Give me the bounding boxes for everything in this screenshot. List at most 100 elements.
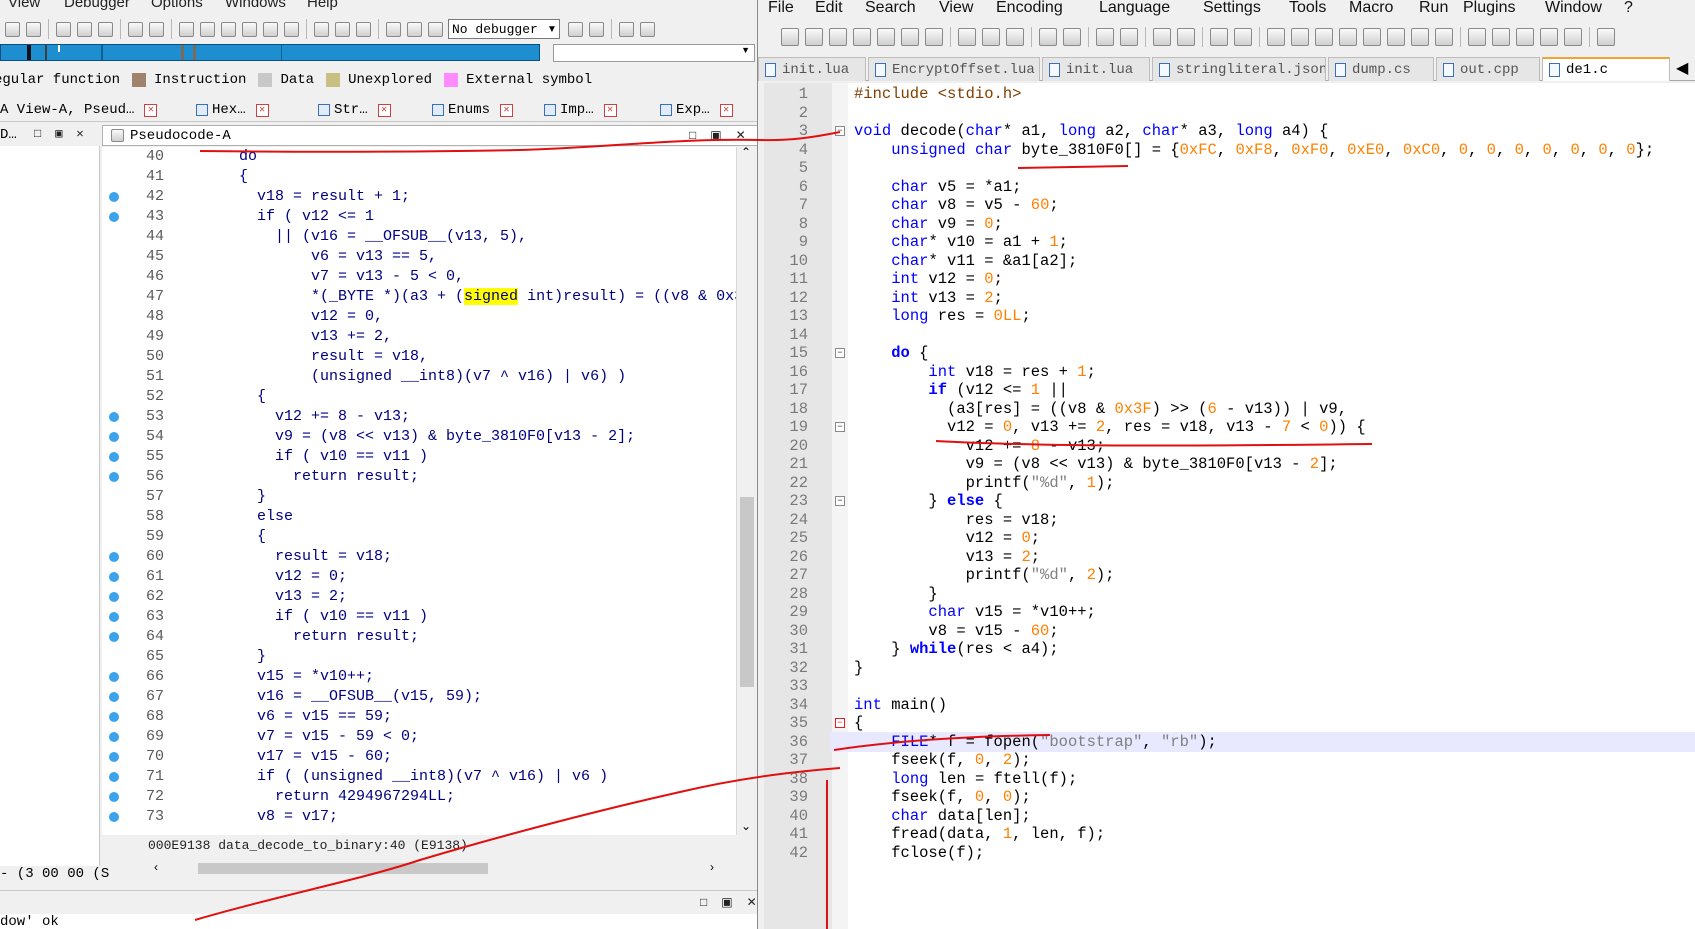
zoom-in-icon[interactable]	[1153, 28, 1171, 46]
breakpoint-dot-icon[interactable]	[109, 212, 119, 222]
npp-menu-edit[interactable]: Edit	[815, 0, 843, 17]
chevron-left-icon[interactable]: ◀	[1676, 60, 1688, 77]
tab-enums[interactable]: Enums ✕	[432, 100, 514, 120]
pause-icon[interactable]	[407, 21, 422, 37]
pseudocode-line[interactable]: 68 v6 = v15 == 59;	[102, 707, 736, 727]
breakpoint-dot-icon[interactable]	[109, 452, 119, 462]
pseudocode-line[interactable]: 60 result = v18;	[102, 547, 736, 567]
code-line[interactable]: 21 v9 = (v8 << v13) & byte_3810F0[v13 - …	[764, 454, 1695, 474]
code-line[interactable]: 29 char v15 = *v10++;	[764, 602, 1695, 622]
breakpoint-dot-icon[interactable]	[109, 752, 119, 762]
pseudocode-line[interactable]: 69 v7 = v15 - 59 < 0;	[102, 727, 736, 747]
code-line[interactable]: 14	[764, 324, 1695, 345]
fold-toggle-icon[interactable]: −	[835, 348, 845, 358]
code-line[interactable]: 30 v8 = v15 - 60;	[764, 620, 1695, 641]
ida-menu-view[interactable]: View	[8, 0, 40, 11]
close-icon[interactable]: ✕	[377, 103, 391, 117]
print-icon[interactable]	[925, 28, 943, 46]
pseudocode-tab-bar[interactable]: Pseudocode-A □▣✕	[102, 125, 757, 146]
tab-file[interactable]: EncryptOffset.lua	[868, 57, 1040, 81]
close-icon[interactable]: ✕	[255, 103, 269, 117]
tab-file[interactable]: dump.cs	[1328, 57, 1434, 81]
spell-check-icon[interactable]	[1597, 28, 1615, 46]
close-icon[interactable]: ✕	[500, 103, 514, 117]
attach-process-icon[interactable]	[568, 21, 583, 37]
code-line[interactable]: 18 (a3[res] = ((v8 & 0x3F) >> (6 - v13))…	[764, 398, 1695, 419]
tab-file[interactable]: stringliteral.json	[1152, 57, 1326, 81]
word-wrap-icon[interactable]	[1267, 28, 1285, 46]
pseudocode-line[interactable]: 73 v8 = v17;	[102, 807, 736, 827]
npp-menu-language[interactable]: Language	[1099, 0, 1170, 17]
pseudocode-line[interactable]: 61 v12 = 0;	[102, 567, 736, 587]
code-line[interactable]: 39 fseek(f, 0, 0);	[764, 787, 1695, 807]
edit-icon[interactable]	[263, 21, 278, 37]
close-icon[interactable]: ✕	[603, 103, 617, 117]
navigation-band[interactable]	[0, 44, 540, 61]
fold-toggle-icon[interactable]: −	[835, 496, 845, 506]
debugger-select[interactable]: No debugger ▼	[448, 19, 560, 39]
pseudocode-line[interactable]: 58 else	[102, 507, 736, 527]
copy-icon[interactable]	[982, 28, 1000, 46]
fold-toggle-icon[interactable]: −	[835, 718, 845, 728]
breakpoint-dot-icon[interactable]	[109, 192, 119, 202]
code-line[interactable]: 4 unsigned char byte_3810F0[] = {0xFC, 0…	[764, 139, 1695, 160]
breakpoint-dot-icon[interactable]	[109, 472, 119, 482]
graph-icon[interactable]	[179, 21, 194, 37]
pseudocode-line[interactable]: 62 v13 = 2;	[102, 587, 736, 607]
pseudocode-line[interactable]: 65 }	[102, 647, 736, 667]
run-to-cursor-icon[interactable]	[619, 21, 634, 37]
detach-process-icon[interactable]	[589, 21, 604, 37]
chevron-left-icon[interactable]: ‹	[154, 860, 158, 874]
ida-menu-windows[interactable]: Windows	[225, 0, 286, 11]
ida-menu-options[interactable]: Options	[151, 0, 203, 11]
show-all-characters-icon[interactable]	[1291, 28, 1309, 46]
code-line[interactable]: 38 long len = ftell(f);	[764, 768, 1695, 789]
pseudocode-line[interactable]: 64 return result;	[102, 627, 736, 647]
breakpoint-dot-icon[interactable]	[109, 712, 119, 722]
stop-icon[interactable]	[428, 21, 443, 37]
output-window-buttons[interactable]: □▣✕	[700, 895, 757, 909]
pseudocode-line[interactable]: 72 return 4294967294LL;	[102, 787, 736, 807]
npp-menu-macro[interactable]: Macro	[1349, 0, 1393, 17]
close-all-icon[interactable]	[901, 28, 919, 46]
tab-exports[interactable]: Exp… ✕	[660, 100, 733, 120]
binary-search-icon[interactable]	[26, 21, 41, 37]
pseudocode-line[interactable]: 67 v16 = __OFSUB__(v15, 59);	[102, 687, 736, 707]
npp-menu-search[interactable]: Search	[865, 0, 916, 17]
breakpoint-dot-icon[interactable]	[109, 612, 119, 622]
current-code-line[interactable]: 36 FILE* f = fopen("bootstrap", "rb");	[764, 731, 1695, 752]
navigation-combo[interactable]: ▼	[553, 44, 755, 62]
breakpoint-dot-icon[interactable]	[109, 732, 119, 742]
save-all-icon[interactable]	[853, 28, 871, 46]
code-line[interactable]: 11 int v12 = 0;	[764, 269, 1695, 289]
tab-ida-view[interactable]: A View-A, Pseud… ✕	[0, 100, 158, 120]
green-dot-icon[interactable]	[149, 21, 164, 37]
enum-icon[interactable]	[356, 21, 371, 37]
pseudocode-line[interactable]: 46 v7 = v13 - 5 < 0,	[102, 267, 736, 287]
code-line[interactable]: 2	[764, 102, 1695, 123]
pseudocode-line[interactable]: 53 v12 += 8 - v13;	[102, 407, 736, 427]
fold-toggle-icon[interactable]: −	[835, 126, 845, 136]
code-line[interactable]: 37 fseek(f, 0, 2);	[764, 750, 1695, 770]
close-icon[interactable]: ✕	[719, 103, 733, 117]
play-macro-icon[interactable]	[1516, 28, 1534, 46]
cut-icon[interactable]	[958, 28, 976, 46]
xref-graph-icon[interactable]	[242, 21, 257, 37]
pseudocode-line[interactable]: 66 v15 = *v10++;	[102, 667, 736, 687]
pseudocode-line[interactable]: 40 do	[102, 147, 736, 167]
code-line[interactable]: 35−{	[764, 713, 1695, 733]
pseudocode-line[interactable]: 43 if ( v12 <= 1	[102, 207, 736, 227]
code-line[interactable]: 24 res = v18;	[764, 509, 1695, 530]
pseudocode-line[interactable]: 47 *(_BYTE *)(a3 + (signed int)result) =…	[102, 287, 736, 307]
left-pane-window-buttons[interactable]: □▣✕	[34, 126, 98, 141]
code-line[interactable]: 13 long res = 0LL;	[764, 306, 1695, 326]
fold-toggle-icon[interactable]: −	[835, 422, 845, 432]
code-line[interactable]: 8 char v9 = 0;	[764, 213, 1695, 234]
save-macro-icon[interactable]	[1564, 28, 1582, 46]
monitoring-icon[interactable]	[1435, 28, 1453, 46]
code-line[interactable]: 33	[764, 676, 1695, 696]
code-line[interactable]: 40 char data[len];	[764, 805, 1695, 826]
code-line[interactable]: 17 if (v12 <= 1 ||	[764, 380, 1695, 400]
jump-down-icon[interactable]	[56, 21, 71, 37]
redo-icon[interactable]	[1063, 28, 1081, 46]
